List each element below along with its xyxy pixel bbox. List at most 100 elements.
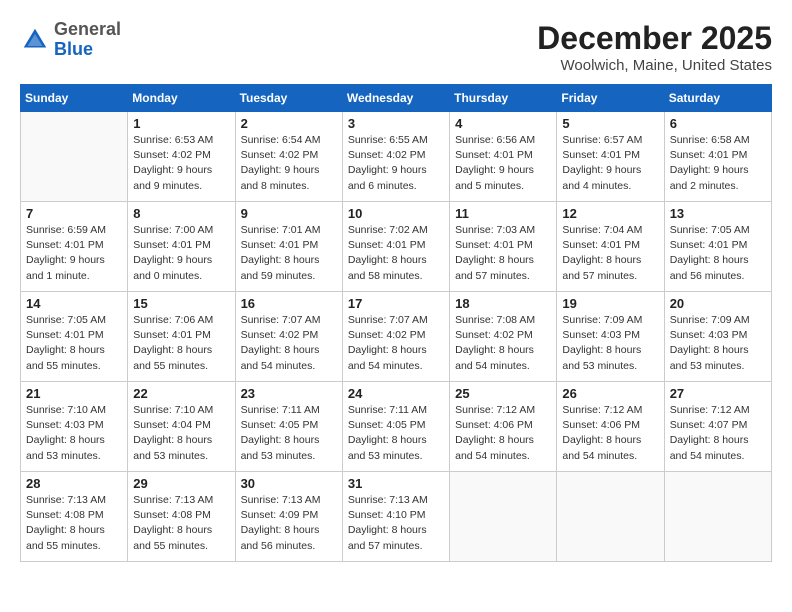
calendar-cell: 26 Sunrise: 7:12 AMSunset: 4:06 PMDayligh… (557, 382, 664, 472)
day-info: Sunrise: 7:12 AMSunset: 4:06 PMDaylight:… (562, 403, 658, 464)
weekday-header-friday: Friday (557, 85, 664, 112)
calendar-cell: 22 Sunrise: 7:10 AMSunset: 4:04 PMDayligh… (128, 382, 235, 472)
calendar-cell: 15 Sunrise: 7:06 AMSunset: 4:01 PMDayligh… (128, 292, 235, 382)
day-number: 6 (670, 116, 766, 131)
calendar-cell: 29 Sunrise: 7:13 AMSunset: 4:08 PMDayligh… (128, 472, 235, 562)
day-number: 24 (348, 386, 444, 401)
week-row-0: 1 Sunrise: 6:53 AMSunset: 4:02 PMDaylight… (21, 112, 772, 202)
day-info: Sunrise: 7:13 AMSunset: 4:08 PMDaylight:… (26, 493, 122, 554)
logo: General Blue (20, 20, 121, 60)
week-row-3: 21 Sunrise: 7:10 AMSunset: 4:03 PMDayligh… (21, 382, 772, 472)
day-number: 31 (348, 476, 444, 491)
calendar-cell (664, 472, 771, 562)
day-number: 1 (133, 116, 229, 131)
day-info: Sunrise: 7:12 AMSunset: 4:07 PMDaylight:… (670, 403, 766, 464)
calendar-cell: 7 Sunrise: 6:59 AMSunset: 4:01 PMDaylight… (21, 202, 128, 292)
calendar-cell: 5 Sunrise: 6:57 AMSunset: 4:01 PMDaylight… (557, 112, 664, 202)
calendar-cell: 2 Sunrise: 6:54 AMSunset: 4:02 PMDaylight… (235, 112, 342, 202)
calendar-cell: 28Sunrise: 7:13 AMSunset: 4:08 PMDayligh… (21, 472, 128, 562)
day-info: Sunrise: 7:05 AMSunset: 4:01 PMDaylight:… (26, 313, 122, 374)
weekday-header-thursday: Thursday (450, 85, 557, 112)
calendar-cell: 16Sunrise: 7:07 AMSunset: 4:02 PMDayligh… (235, 292, 342, 382)
calendar-cell: 3 Sunrise: 6:55 AMSunset: 4:02 PMDaylight… (342, 112, 449, 202)
day-number: 21 (26, 386, 122, 401)
calendar-cell: 6Sunrise: 6:58 AMSunset: 4:01 PMDaylight… (664, 112, 771, 202)
calendar-cell (21, 112, 128, 202)
week-row-2: 14Sunrise: 7:05 AMSunset: 4:01 PMDayligh… (21, 292, 772, 382)
calendar-cell: 30 Sunrise: 7:13 AMSunset: 4:09 PMDayligh… (235, 472, 342, 562)
day-number: 25 (455, 386, 551, 401)
day-number: 26 (562, 386, 658, 401)
day-number: 22 (133, 386, 229, 401)
title-block: December 2025 Woolwich, Maine, United St… (537, 20, 772, 74)
day-info: Sunrise: 7:06 AMSunset: 4:01 PMDaylight:… (133, 313, 229, 374)
day-number: 13 (670, 206, 766, 221)
day-info: Sunrise: 7:13 AMSunset: 4:10 PMDaylight:… (348, 493, 444, 554)
day-info: Sunrise: 7:10 AMSunset: 4:03 PMDaylight:… (26, 403, 122, 464)
day-info: Sunrise: 7:09 AMSunset: 4:03 PMDaylight:… (670, 313, 766, 374)
calendar-cell (450, 472, 557, 562)
day-number: 20 (670, 296, 766, 311)
calendar-cell: 14Sunrise: 7:05 AMSunset: 4:01 PMDayligh… (21, 292, 128, 382)
weekday-header-monday: Monday (128, 85, 235, 112)
day-number: 10 (348, 206, 444, 221)
day-info: Sunrise: 6:55 AMSunset: 4:02 PMDaylight:… (348, 133, 444, 194)
day-info: Sunrise: 7:05 AMSunset: 4:01 PMDaylight:… (670, 223, 766, 284)
day-info: Sunrise: 7:11 AMSunset: 4:05 PMDaylight:… (241, 403, 337, 464)
calendar-cell: 13 Sunrise: 7:05 AMSunset: 4:01 PMDayligh… (664, 202, 771, 292)
day-info: Sunrise: 6:53 AMSunset: 4:02 PMDaylight:… (133, 133, 229, 194)
logo-blue: Blue (54, 39, 93, 59)
calendar: SundayMondayTuesdayWednesdayThursdayFrid… (20, 84, 772, 562)
day-number: 2 (241, 116, 337, 131)
day-info: Sunrise: 7:13 AMSunset: 4:08 PMDaylight:… (133, 493, 229, 554)
day-number: 19 (562, 296, 658, 311)
day-number: 5 (562, 116, 658, 131)
day-info: Sunrise: 7:08 AMSunset: 4:02 PMDaylight:… (455, 313, 551, 374)
weekday-header-row: SundayMondayTuesdayWednesdayThursdayFrid… (21, 85, 772, 112)
calendar-cell (557, 472, 664, 562)
day-info: Sunrise: 7:09 AMSunset: 4:03 PMDaylight:… (562, 313, 658, 374)
calendar-cell: 25 Sunrise: 7:12 AMSunset: 4:06 PMDayligh… (450, 382, 557, 472)
day-info: Sunrise: 7:02 AMSunset: 4:01 PMDaylight:… (348, 223, 444, 284)
day-info: Sunrise: 7:10 AMSunset: 4:04 PMDaylight:… (133, 403, 229, 464)
calendar-cell: 19 Sunrise: 7:09 AMSunset: 4:03 PMDayligh… (557, 292, 664, 382)
calendar-cell: 1 Sunrise: 6:53 AMSunset: 4:02 PMDaylight… (128, 112, 235, 202)
day-info: Sunrise: 7:01 AMSunset: 4:01 PMDaylight:… (241, 223, 337, 284)
calendar-cell: 11Sunrise: 7:03 AMSunset: 4:01 PMDayligh… (450, 202, 557, 292)
logo-general: General (54, 19, 121, 39)
weekday-header-wednesday: Wednesday (342, 85, 449, 112)
calendar-cell: 20 Sunrise: 7:09 AMSunset: 4:03 PMDayligh… (664, 292, 771, 382)
day-info: Sunrise: 6:59 AMSunset: 4:01 PMDaylight:… (26, 223, 122, 284)
day-number: 16 (241, 296, 337, 311)
calendar-cell: 9 Sunrise: 7:01 AMSunset: 4:01 PMDaylight… (235, 202, 342, 292)
day-number: 9 (241, 206, 337, 221)
day-number: 3 (348, 116, 444, 131)
month-title: December 2025 (537, 20, 772, 57)
day-info: Sunrise: 7:13 AMSunset: 4:09 PMDaylight:… (241, 493, 337, 554)
calendar-cell: 10 Sunrise: 7:02 AMSunset: 4:01 PMDayligh… (342, 202, 449, 292)
day-number: 8 (133, 206, 229, 221)
day-info: Sunrise: 6:57 AMSunset: 4:01 PMDaylight:… (562, 133, 658, 194)
day-number: 29 (133, 476, 229, 491)
calendar-cell: 27 Sunrise: 7:12 AMSunset: 4:07 PMDayligh… (664, 382, 771, 472)
calendar-cell: 23 Sunrise: 7:11 AMSunset: 4:05 PMDayligh… (235, 382, 342, 472)
day-number: 7 (26, 206, 122, 221)
logo-icon (20, 25, 50, 55)
day-number: 12 (562, 206, 658, 221)
weekday-header-tuesday: Tuesday (235, 85, 342, 112)
day-number: 30 (241, 476, 337, 491)
calendar-cell: 21 Sunrise: 7:10 AMSunset: 4:03 PMDayligh… (21, 382, 128, 472)
calendar-cell: 8Sunrise: 7:00 AMSunset: 4:01 PMDaylight… (128, 202, 235, 292)
weekday-header-saturday: Saturday (664, 85, 771, 112)
calendar-cell: 4Sunrise: 6:56 AMSunset: 4:01 PMDaylight… (450, 112, 557, 202)
day-info: Sunrise: 6:56 AMSunset: 4:01 PMDaylight:… (455, 133, 551, 194)
page-header: General Blue December 2025 Woolwich, Mai… (20, 20, 772, 74)
day-info: Sunrise: 7:04 AMSunset: 4:01 PMDaylight:… (562, 223, 658, 284)
day-number: 27 (670, 386, 766, 401)
calendar-cell: 31 Sunrise: 7:13 AMSunset: 4:10 PMDayligh… (342, 472, 449, 562)
day-info: Sunrise: 6:54 AMSunset: 4:02 PMDaylight:… (241, 133, 337, 194)
location: Woolwich, Maine, United States (537, 57, 772, 74)
day-number: 15 (133, 296, 229, 311)
day-info: Sunrise: 7:12 AMSunset: 4:06 PMDaylight:… (455, 403, 551, 464)
day-number: 23 (241, 386, 337, 401)
